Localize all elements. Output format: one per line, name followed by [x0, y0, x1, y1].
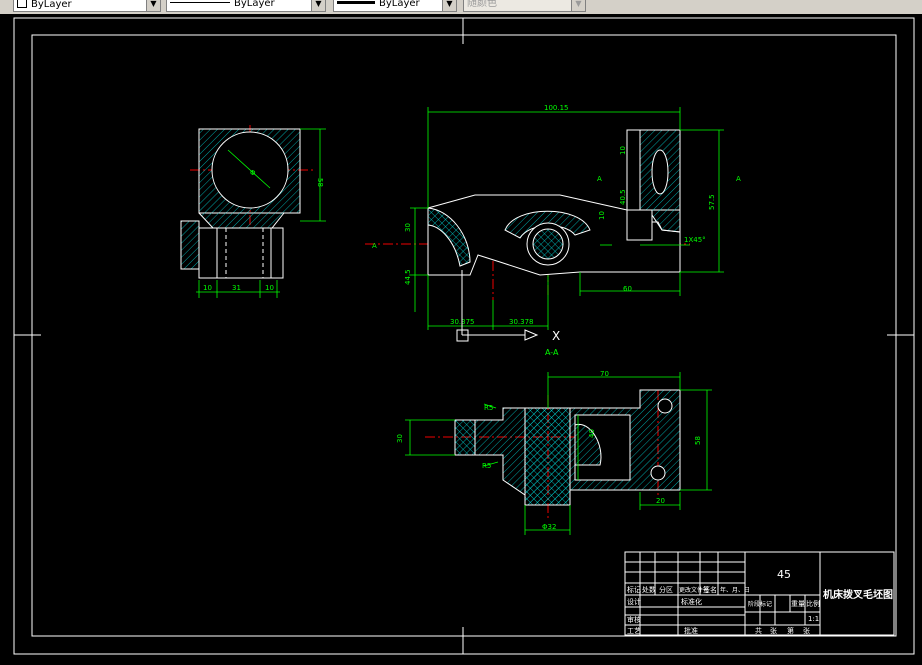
dim-lv-c: 10: [265, 284, 274, 292]
chevron-down-icon[interactable]: ▼: [571, 0, 585, 11]
linetype-preview-icon: [170, 2, 230, 3]
plotstyle-control-value: 随颜色: [467, 0, 497, 9]
part-name-label: 机床拨叉毛坯图: [823, 588, 893, 601]
dim-small-v2: 40.5: [619, 189, 627, 205]
dim-left-height: 44.5: [404, 269, 412, 285]
chevron-down-icon[interactable]: ▼: [311, 0, 325, 11]
svg-text:工艺: 工艺: [627, 627, 641, 635]
properties-toolbar: ByLayer ▼ ByLayer ▼ ByLayer ▼ 随颜色 ▼: [0, 0, 922, 15]
color-control-value: ByLayer: [31, 0, 72, 10]
dim-top-overall: 100.15: [544, 104, 569, 112]
svg-text:A: A: [597, 175, 602, 183]
dim-right-bottom: 60: [623, 285, 632, 293]
svg-text:标准化: 标准化: [681, 597, 702, 606]
chevron-down-icon[interactable]: ▼: [146, 0, 160, 11]
note-r5-top: R5: [484, 404, 493, 412]
dim-bottom-overall: 70: [600, 370, 609, 378]
svg-text:张: 张: [770, 626, 777, 635]
chevron-down-icon[interactable]: ▼: [442, 0, 456, 11]
note-r5-bottom: R5: [482, 462, 491, 470]
dim-bottom-hole: 40: [588, 429, 596, 438]
dim-bottom-left-h: 30: [396, 434, 404, 443]
dim-lv-a: 10: [203, 284, 212, 292]
dim-bottom-right-w: 20: [656, 497, 665, 505]
lineweight-preview-icon: [337, 1, 375, 4]
dim-bottom-right-h: 58: [694, 436, 702, 445]
svg-text:第: 第: [787, 626, 794, 635]
dim-chamfer: 1X45°: [684, 236, 706, 244]
material-label: 45: [777, 568, 791, 581]
color-control-dropdown[interactable]: ByLayer ▼: [13, 0, 161, 12]
linetype-control-dropdown[interactable]: ByLayer ▼: [166, 0, 326, 12]
svg-text:签名: 签名: [703, 585, 717, 594]
diameter-note: Φ: [250, 169, 256, 177]
svg-text:设计: 设计: [627, 597, 641, 606]
color-swatch-icon: [17, 0, 27, 8]
lineweight-control-value: ByLayer: [379, 0, 420, 9]
svg-text:比例: 比例: [806, 599, 820, 608]
svg-text:阶段标记: 阶段标记: [748, 600, 772, 608]
lineweight-control-dropdown[interactable]: ByLayer ▼: [333, 0, 457, 12]
dim-small-v: 10: [619, 146, 627, 155]
dim-bottom-dia: Φ32: [542, 523, 556, 531]
drawing-canvas[interactable]: Φ 58 10 31 10 100.15 57.5 60 44.5 30 30.…: [0, 14, 922, 665]
svg-text:标记: 标记: [627, 585, 641, 594]
svg-text:重量: 重量: [791, 600, 805, 608]
dim-right-height: 57.5: [708, 194, 716, 210]
linetype-control-value: ByLayer: [234, 0, 275, 9]
dim-small-h: 10: [598, 211, 606, 220]
dim-bottom-right: 30.378: [509, 318, 534, 326]
plotstyle-control-dropdown[interactable]: 随颜色 ▼: [463, 0, 586, 12]
dim-lv-b: 31: [232, 284, 241, 292]
svg-text:处数: 处数: [642, 585, 656, 594]
svg-text:A: A: [736, 175, 741, 183]
svg-text:共: 共: [755, 626, 762, 635]
svg-text:批准: 批准: [684, 626, 698, 635]
svg-text:分区: 分区: [659, 585, 673, 594]
svg-text:年、月、日: 年、月、日: [720, 586, 750, 594]
svg-text:审核: 审核: [627, 615, 641, 624]
ucs-x-label: X: [552, 329, 560, 343]
svg-text:张: 张: [803, 626, 810, 635]
dim-left-view-height: 58: [316, 178, 324, 187]
svg-text:A: A: [372, 242, 377, 250]
section-view-label: A-A: [545, 348, 559, 357]
dim-left-width: 30: [404, 223, 412, 232]
scale-value: 1:1: [808, 615, 819, 623]
